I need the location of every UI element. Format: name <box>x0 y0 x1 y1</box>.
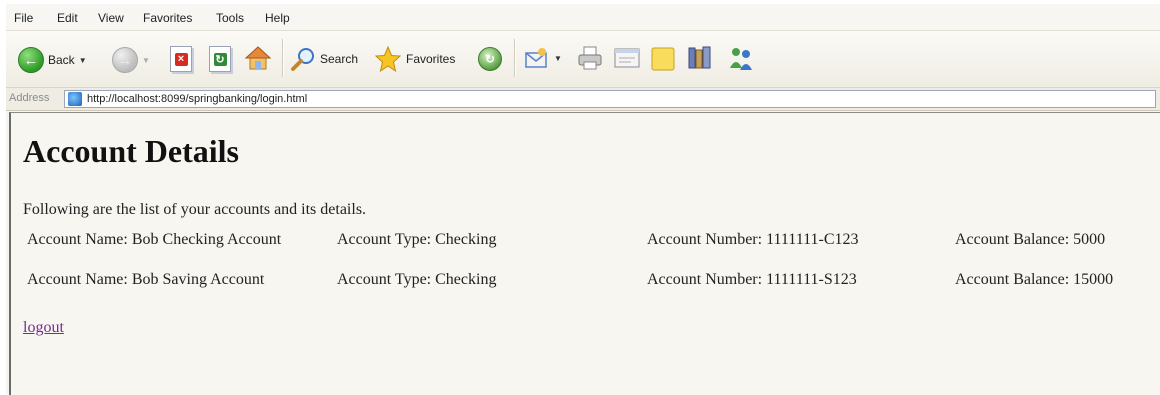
forward-arrow-icon: → <box>112 47 138 73</box>
favorites-label: Favorites <box>406 52 456 66</box>
address-label: Address <box>9 92 50 104</box>
search-button[interactable]: Search <box>290 46 358 72</box>
page-favicon-icon <box>68 92 82 106</box>
home-button[interactable] <box>244 44 272 72</box>
menu-help[interactable]: Help <box>265 11 290 25</box>
edit-page-icon <box>614 48 640 68</box>
account-name-cell: Account Name: Bob Checking Account <box>27 231 282 248</box>
account-name-cell: Account Name: Bob Saving Account <box>27 271 265 288</box>
menu-favorites[interactable]: Favorites <box>143 11 192 25</box>
address-bar: Address http://localhost:8099/springbank… <box>6 88 1160 111</box>
address-input[interactable]: http://localhost:8099/springbanking/logi… <box>64 90 1156 108</box>
mail-button[interactable]: ▼ <box>524 46 562 70</box>
menu-file[interactable]: File <box>14 11 33 25</box>
note-icon <box>651 47 675 71</box>
menu-bar: File Edit View Favorites Tools Help <box>6 4 1160 31</box>
forward-button[interactable]: → ▼ <box>112 47 150 73</box>
account-balance-cell: Account Balance: 5000 <box>955 231 1106 248</box>
research-books-icon <box>688 46 711 69</box>
page-content: Account Details Following are the list o… <box>9 112 1160 395</box>
account-balance-cell: Account Balance: 15000 <box>955 271 1114 288</box>
favorites-button[interactable]: Favorites <box>374 45 455 73</box>
account-type-cell: Account Type: Checking <box>337 231 497 248</box>
page-title: Account Details <box>23 133 239 169</box>
toolbar: ← Back ▼ → ▼ × ↻ Search Favorites ↻ ▼ <box>6 31 1160 88</box>
back-label: Back <box>48 53 75 67</box>
back-dropdown-icon[interactable]: ▼ <box>79 56 87 65</box>
accounts-table: Account Name: Bob Checking Account Accou… <box>27 227 1155 307</box>
stop-icon: × <box>170 46 192 72</box>
mail-dropdown-icon[interactable]: ▼ <box>554 54 562 63</box>
mail-icon <box>525 48 547 68</box>
discuss-button[interactable] <box>650 46 676 72</box>
favorites-star-icon <box>374 45 402 73</box>
menu-edit[interactable]: Edit <box>57 11 78 25</box>
messenger-icon <box>730 48 752 70</box>
forward-dropdown-icon[interactable]: ▼ <box>142 56 150 65</box>
back-arrow-icon: ← <box>18 47 44 73</box>
address-url[interactable]: http://localhost:8099/springbanking/logi… <box>87 93 307 105</box>
messenger-button[interactable] <box>726 44 756 72</box>
account-number-cell: Account Number: 1111111-S123 <box>647 271 857 288</box>
printer-icon <box>578 46 602 70</box>
back-button[interactable]: ← Back ▼ <box>18 47 87 73</box>
menu-tools[interactable]: Tools <box>216 11 244 25</box>
edit-button[interactable] <box>614 47 640 69</box>
home-icon <box>244 46 272 70</box>
print-button[interactable] <box>576 45 604 71</box>
history-icon: ↻ <box>478 47 502 71</box>
refresh-button[interactable]: ↻ <box>209 46 231 72</box>
search-label: Search <box>320 52 359 66</box>
menu-view[interactable]: View <box>98 11 124 25</box>
table-row: Account Name: Bob Checking Account Accou… <box>27 227 1155 267</box>
search-icon <box>291 48 314 71</box>
table-row: Account Name: Bob Saving Account Account… <box>27 267 1155 307</box>
account-type-cell: Account Type: Checking <box>337 271 497 288</box>
account-number-cell: Account Number: 1111111-C123 <box>647 231 859 248</box>
refresh-icon: ↻ <box>209 46 231 72</box>
intro-text: Following are the list of your accounts … <box>23 201 367 218</box>
history-button[interactable]: ↻ <box>478 47 502 71</box>
research-button[interactable] <box>686 44 714 72</box>
stop-button[interactable]: × <box>170 46 192 72</box>
logout-link[interactable]: logout <box>23 319 64 337</box>
toolbar-separator <box>282 39 284 77</box>
toolbar-separator <box>514 39 516 77</box>
browser-window: File Edit View Favorites Tools Help ← Ba… <box>6 4 1160 395</box>
